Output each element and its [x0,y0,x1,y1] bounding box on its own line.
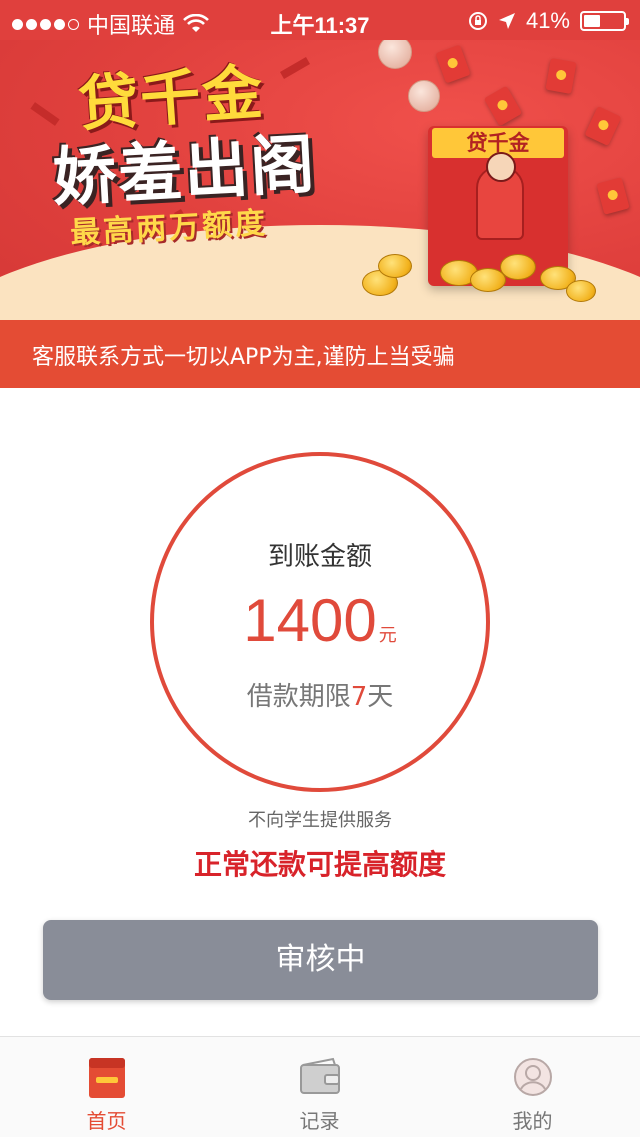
coin-icon [378,254,412,278]
notice-text: 客服联系方式一切以APP为主,谨防上当受骗 [32,345,455,370]
review-status-button[interactable]: 审核中 [43,920,598,1000]
loan-amount-circle: 到账金额 1400 元 借款期限7天 [150,452,490,792]
amount-value: 1400 [243,587,377,654]
red-envelope-icon [584,106,622,146]
anti-fraud-notice: 客服联系方式一切以APP为主,谨防上当受骗 [0,320,640,388]
coin-icon [566,280,596,302]
red-envelope-icon [483,85,523,127]
battery-icon [580,11,629,31]
status-bar: 中国联通 上午11:37 41% [0,0,640,40]
coin-icon [378,40,412,69]
tab-records[interactable]: 记录 [213,1037,426,1137]
fortune-girl-illustration [476,152,524,240]
coin-icon [408,80,440,112]
repay-tip: 正常还款可提高额度 [193,848,446,881]
tab-profile-label: 我的 [512,1109,553,1133]
term-suffix: 天 [367,682,394,712]
red-envelope-icon [596,177,630,215]
tab-home-label: 首页 [86,1109,127,1133]
confetti-decoration [280,57,310,79]
home-card-icon [88,1058,125,1098]
term-days: 7 [350,682,368,712]
wallet-icon [299,1057,340,1094]
red-envelope-icon [545,57,577,95]
promo-banner[interactable]: 贷千金 娇羞出阁 最高两万额度 贷千金 [0,40,640,320]
loan-term: 借款期限7天 [154,676,486,713]
amount-unit: 元 [378,625,397,646]
bottom-tab-bar: 首页 记录 我的 [0,1036,640,1137]
red-envelope-icon [435,44,471,84]
location-arrow-icon [498,13,515,29]
amount-label: 到账金额 [267,542,372,572]
tab-profile[interactable]: 我的 [426,1037,639,1137]
tab-home[interactable]: 首页 [0,1037,213,1137]
confetti-decoration [30,102,60,126]
no-students-note: 不向学生提供服务 [248,810,392,831]
coin-icon [500,254,536,280]
user-profile-icon [513,1058,552,1096]
rotation-lock-icon [468,12,487,30]
battery-percent: 41% [525,8,570,33]
term-prefix: 借款期限 [246,682,351,712]
tab-records-label: 记录 [299,1109,340,1133]
